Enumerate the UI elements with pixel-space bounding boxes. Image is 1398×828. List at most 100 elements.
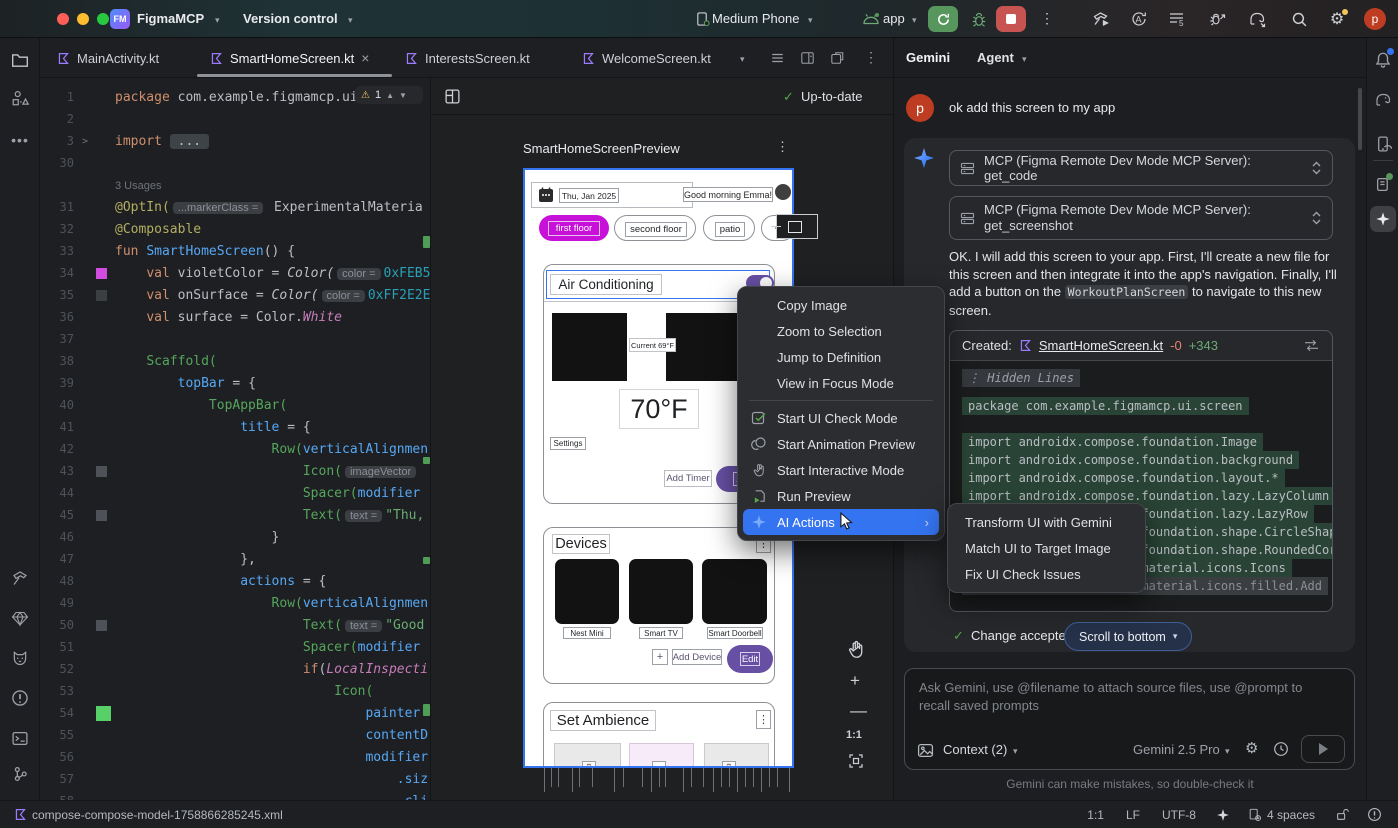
more-tool-windows-icon[interactable]: ••• [10,130,30,150]
gemini-tool-window-icon[interactable] [1370,206,1396,232]
close-window-button[interactable] [57,13,69,25]
chip-second-floor[interactable]: second floor [614,215,696,241]
preview-title[interactable]: SmartHomeScreenPreview [523,141,680,156]
code-line[interactable]: 51 Spacer(modifier [40,636,430,658]
chip-first-floor[interactable]: first floor [539,215,609,241]
menu-item-copy-image[interactable]: Copy Image [743,292,939,318]
build-hammer-icon[interactable] [10,568,30,588]
version-control-branch-icon[interactable] [10,764,30,784]
logcat-icon[interactable] [10,648,30,668]
indent-config[interactable]: 4 spaces [1248,808,1315,822]
code-line[interactable]: 34 val violetColor = Color(color =0xFEB5… [40,262,430,284]
gemini-input-box[interactable]: Ask Gemini, use @filename to attach sour… [904,668,1355,770]
tab-welcomescreen[interactable]: WelcomeScreen.kt [582,38,711,78]
resource-manager-icon[interactable] [10,88,30,108]
code-line[interactable]: 40 TopAppBar( [40,394,430,416]
diff-icon[interactable] [1303,339,1320,352]
code-line[interactable]: 3 Usages [40,174,430,196]
model-selector[interactable]: Gemini 2.5 Pro [1133,742,1220,757]
menu-item-jump-to-definition[interactable]: Jump to Definition [743,344,939,370]
status-file[interactable]: compose-compose-model-1758866285245.xml [14,808,283,822]
scroll-to-bottom-button[interactable]: Scroll to bottom▾ [1064,622,1192,651]
device-explorer-icon[interactable] [1373,174,1393,194]
gutter-color-swatch[interactable] [96,620,107,631]
code-line[interactable]: 30 [40,152,430,174]
prev-warning-icon[interactable]: ▲ [386,91,394,100]
submenu-item-transform-ui-with-gemini[interactable]: Transform UI with Gemini [953,509,1140,535]
gutter-color-swatch[interactable] [96,510,107,521]
history-clock-icon[interactable] [1273,741,1289,757]
code-line[interactable]: 52 if(LocalInspecti [40,658,430,680]
gemini-settings-gear-icon[interactable]: ⚙ [1245,739,1258,757]
gutter-color-swatch[interactable] [96,706,111,721]
run-config-selector[interactable]: app [883,11,905,26]
code-line[interactable]: 3>import ... [40,130,430,152]
devices-card[interactable]: Devices ⋮ Nest Mini Smart TV Smart Doorb… [543,527,775,684]
ambience-card[interactable]: Set Ambience ⋮ ⌚ + ⌚ [543,702,775,768]
gutter-color-swatch[interactable] [96,466,107,477]
close-tab-icon[interactable]: × [361,50,369,66]
pan-hand-icon[interactable] [847,640,866,659]
file-encoding[interactable]: UTF-8 [1162,808,1196,822]
device-tile[interactable] [555,559,619,624]
code-line[interactable]: 46 } [40,526,430,548]
code-line[interactable]: 38 Scaffold( [40,350,430,372]
code-line[interactable]: 45 Text(text ="Thu, [40,504,430,526]
gemini-status-icon[interactable] [1216,808,1230,822]
tab-smarthomescreen[interactable]: SmartHomeScreen.kt × [210,38,369,78]
menu-item-start-animation-preview[interactable]: Start Animation Preview [743,431,939,457]
code-line[interactable]: 53 Icon( [40,680,430,702]
code-line[interactable]: 39 topBar = { [40,372,430,394]
selection-handle[interactable] [776,214,818,239]
attach-debugger-icon[interactable] [1206,9,1228,29]
code-line[interactable]: 47 }, [40,548,430,570]
user-avatar[interactable]: p [1364,8,1386,30]
search-everywhere-icon[interactable] [1288,9,1310,29]
project-folder-icon[interactable] [10,50,30,70]
menu-item-start-ui-check-mode[interactable]: Start UI Check Mode [743,405,939,431]
submenu-item-match-ui-to-target-image[interactable]: Match UI to Target Image [953,535,1140,561]
preview-options-icon[interactable]: ⋮ [776,139,789,155]
code-line[interactable]: 55 contentD [40,724,430,746]
code-line[interactable]: 35 val onSurface = Color(color =0xFF2E2E [40,284,430,306]
add-device-button[interactable]: Add Device [672,649,722,665]
gradle-sync-icon[interactable] [1246,9,1268,29]
stop-button[interactable] [996,6,1026,32]
zoom-out-icon[interactable]: — [850,701,867,721]
zoom-window-button[interactable] [97,13,109,25]
code-line[interactable]: 43 Icon(imageVector [40,460,430,482]
zoom-to-fit-icon[interactable] [848,753,864,769]
zoom-in-icon[interactable]: + [850,671,860,691]
code-line[interactable]: 32@Composable [40,218,430,240]
menu-item-run-preview[interactable]: Run Preview [743,483,939,509]
code-line[interactable]: 58 .cli [40,790,430,800]
code-line[interactable]: 49 Row(verticalAlignmen [40,592,430,614]
tab-mainactivity[interactable]: MainActivity.kt [57,38,159,78]
menu-item-start-interactive-mode[interactable]: Start Interactive Mode [743,457,939,483]
code-line[interactable]: 36 val surface = Color.White [40,306,430,328]
app-quality-insights-icon[interactable] [10,608,30,628]
settings-gear-icon[interactable]: ⚙ [1326,9,1348,29]
gradle-icon[interactable] [1373,90,1393,110]
code-line[interactable]: 48 actions = { [40,570,430,592]
code-line[interactable]: 44 Spacer(modifier [40,482,430,504]
code-line[interactable]: 57 .siz [40,768,430,790]
scrollbar-thumb[interactable] [1358,88,1362,150]
menu-item-view-in-focus-mode[interactable]: View in Focus Mode [743,370,939,396]
mcp-call-get-screenshot[interactable]: MCP (Figma Remote Dev Mode MCP Server): … [949,196,1333,240]
attach-image-icon[interactable] [917,743,934,758]
split-editor-icon[interactable] [800,51,815,65]
gutter-color-swatch[interactable] [96,290,107,301]
build-run-icon[interactable] [1090,9,1112,29]
ambience-tile[interactable] [704,743,769,768]
usages-hint[interactable]: 3 Usages [115,180,161,192]
device-tile[interactable] [702,559,767,624]
readonly-lock-icon[interactable] [1335,807,1349,822]
preview-layout-icon[interactable] [444,88,461,105]
code-line[interactable]: 37 [40,328,430,350]
code-line[interactable]: 42 Row(verticalAlignmen [40,438,430,460]
submenu-item-fix-ui-check-issues[interactable]: Fix UI Check Issues [953,561,1140,587]
code-line[interactable]: 50 Text(text ="Good [40,614,430,636]
minimize-window-button[interactable] [77,13,89,25]
code-line[interactable]: 33fun SmartHomeScreen() { [40,240,430,262]
